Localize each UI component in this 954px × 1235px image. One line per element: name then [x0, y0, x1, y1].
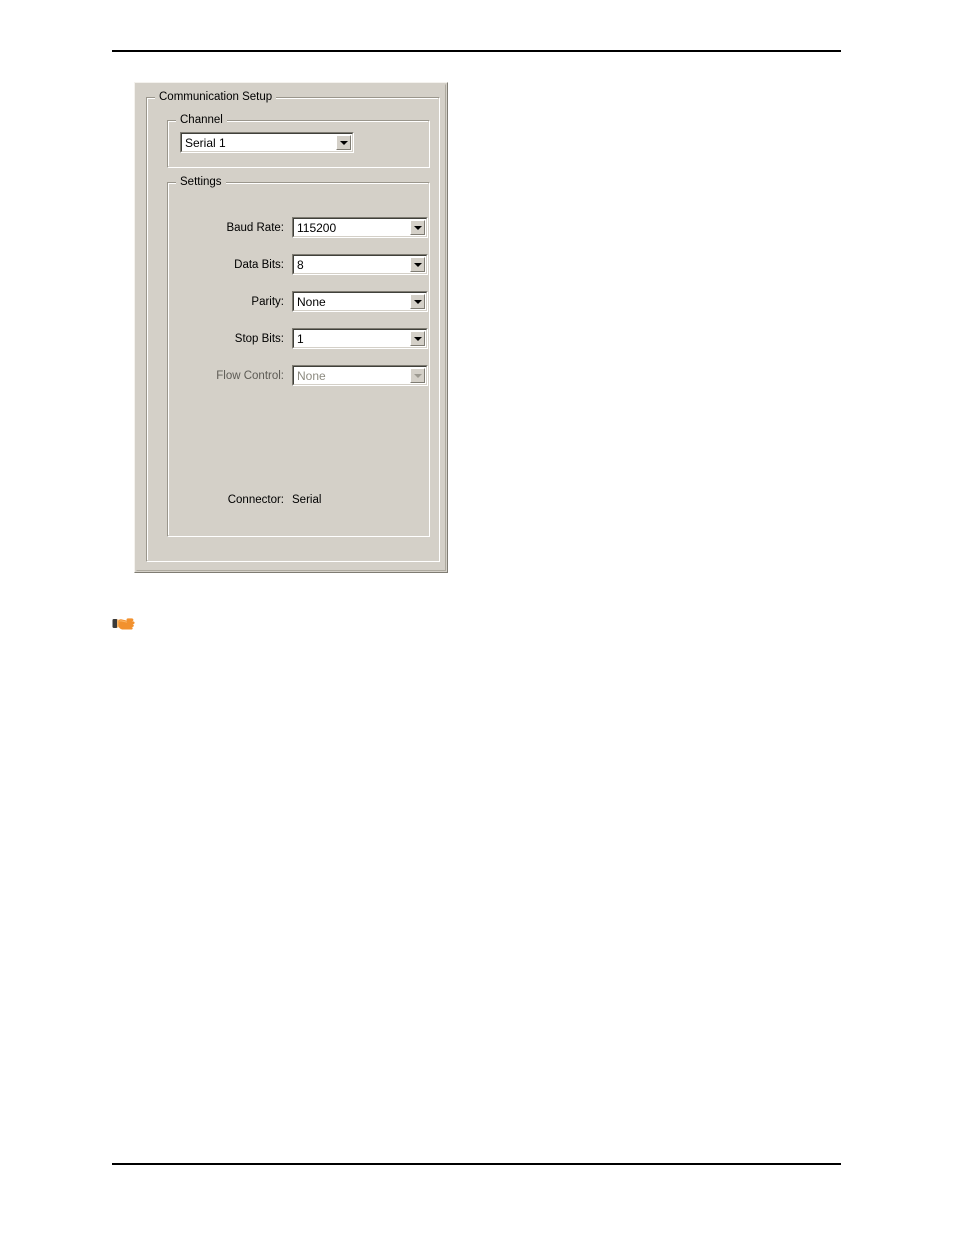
connector-info: Connector: Serial [167, 494, 430, 510]
groupbox-settings: Settings Baud Rate: 115200 Data Bits: 8 [167, 175, 430, 537]
channel-combobox[interactable]: Serial 1 [180, 132, 354, 153]
groupbox-communication-setup: Communication Setup Channel Serial 1 Set… [146, 90, 440, 562]
chevron-down-icon [410, 368, 425, 383]
chevron-down-icon[interactable] [336, 135, 351, 150]
parity-label: Parity: [251, 295, 284, 308]
chevron-down-icon[interactable] [410, 331, 425, 346]
chevron-down-icon[interactable] [410, 257, 425, 272]
chevron-down-icon[interactable] [410, 220, 425, 235]
communication-setup-dialog: Communication Setup Channel Serial 1 Set… [134, 82, 448, 573]
page-header-rule [112, 50, 841, 52]
setting-row-flow-control: Flow Control: None [167, 365, 430, 386]
groupbox-communication-setup-title: Communication Setup [155, 90, 277, 104]
setting-row-baud-rate: Baud Rate: 115200 [167, 217, 430, 238]
parity-combobox-value: None [297, 294, 326, 309]
dialog-inner-frame: Communication Setup Channel Serial 1 Set… [136, 84, 446, 571]
baud-rate-combobox-value: 115200 [297, 220, 337, 235]
pointing-hand-icon [112, 614, 136, 636]
flow-control-combobox-value: None [297, 368, 326, 383]
setting-row-parity: Parity: None [167, 291, 430, 312]
groupbox-settings-title: Settings [176, 175, 226, 189]
setting-row-data-bits: Data Bits: 8 [167, 254, 430, 275]
stop-bits-combobox-value: 1 [297, 331, 304, 346]
data-bits-combobox[interactable]: 8 [292, 254, 428, 275]
parity-combobox[interactable]: None [292, 291, 428, 312]
connector-label: Connector: [227, 494, 284, 506]
connector-value: Serial [292, 494, 322, 506]
setting-row-stop-bits: Stop Bits: 1 [167, 328, 430, 349]
chevron-down-icon[interactable] [410, 294, 425, 309]
baud-rate-label: Baud Rate: [226, 221, 284, 234]
flow-control-label: Flow Control: [216, 369, 284, 382]
channel-combobox-value: Serial 1 [185, 135, 226, 150]
data-bits-label: Data Bits: [234, 258, 284, 271]
groupbox-channel-title: Channel [176, 113, 227, 127]
groupbox-channel: Channel Serial 1 [167, 113, 430, 168]
data-bits-combobox-value: 8 [297, 257, 304, 272]
stop-bits-label: Stop Bits: [234, 332, 284, 345]
flow-control-combobox: None [292, 365, 428, 386]
page-footer-rule [112, 1163, 841, 1165]
stop-bits-combobox[interactable]: 1 [292, 328, 428, 349]
baud-rate-combobox[interactable]: 115200 [292, 217, 428, 238]
